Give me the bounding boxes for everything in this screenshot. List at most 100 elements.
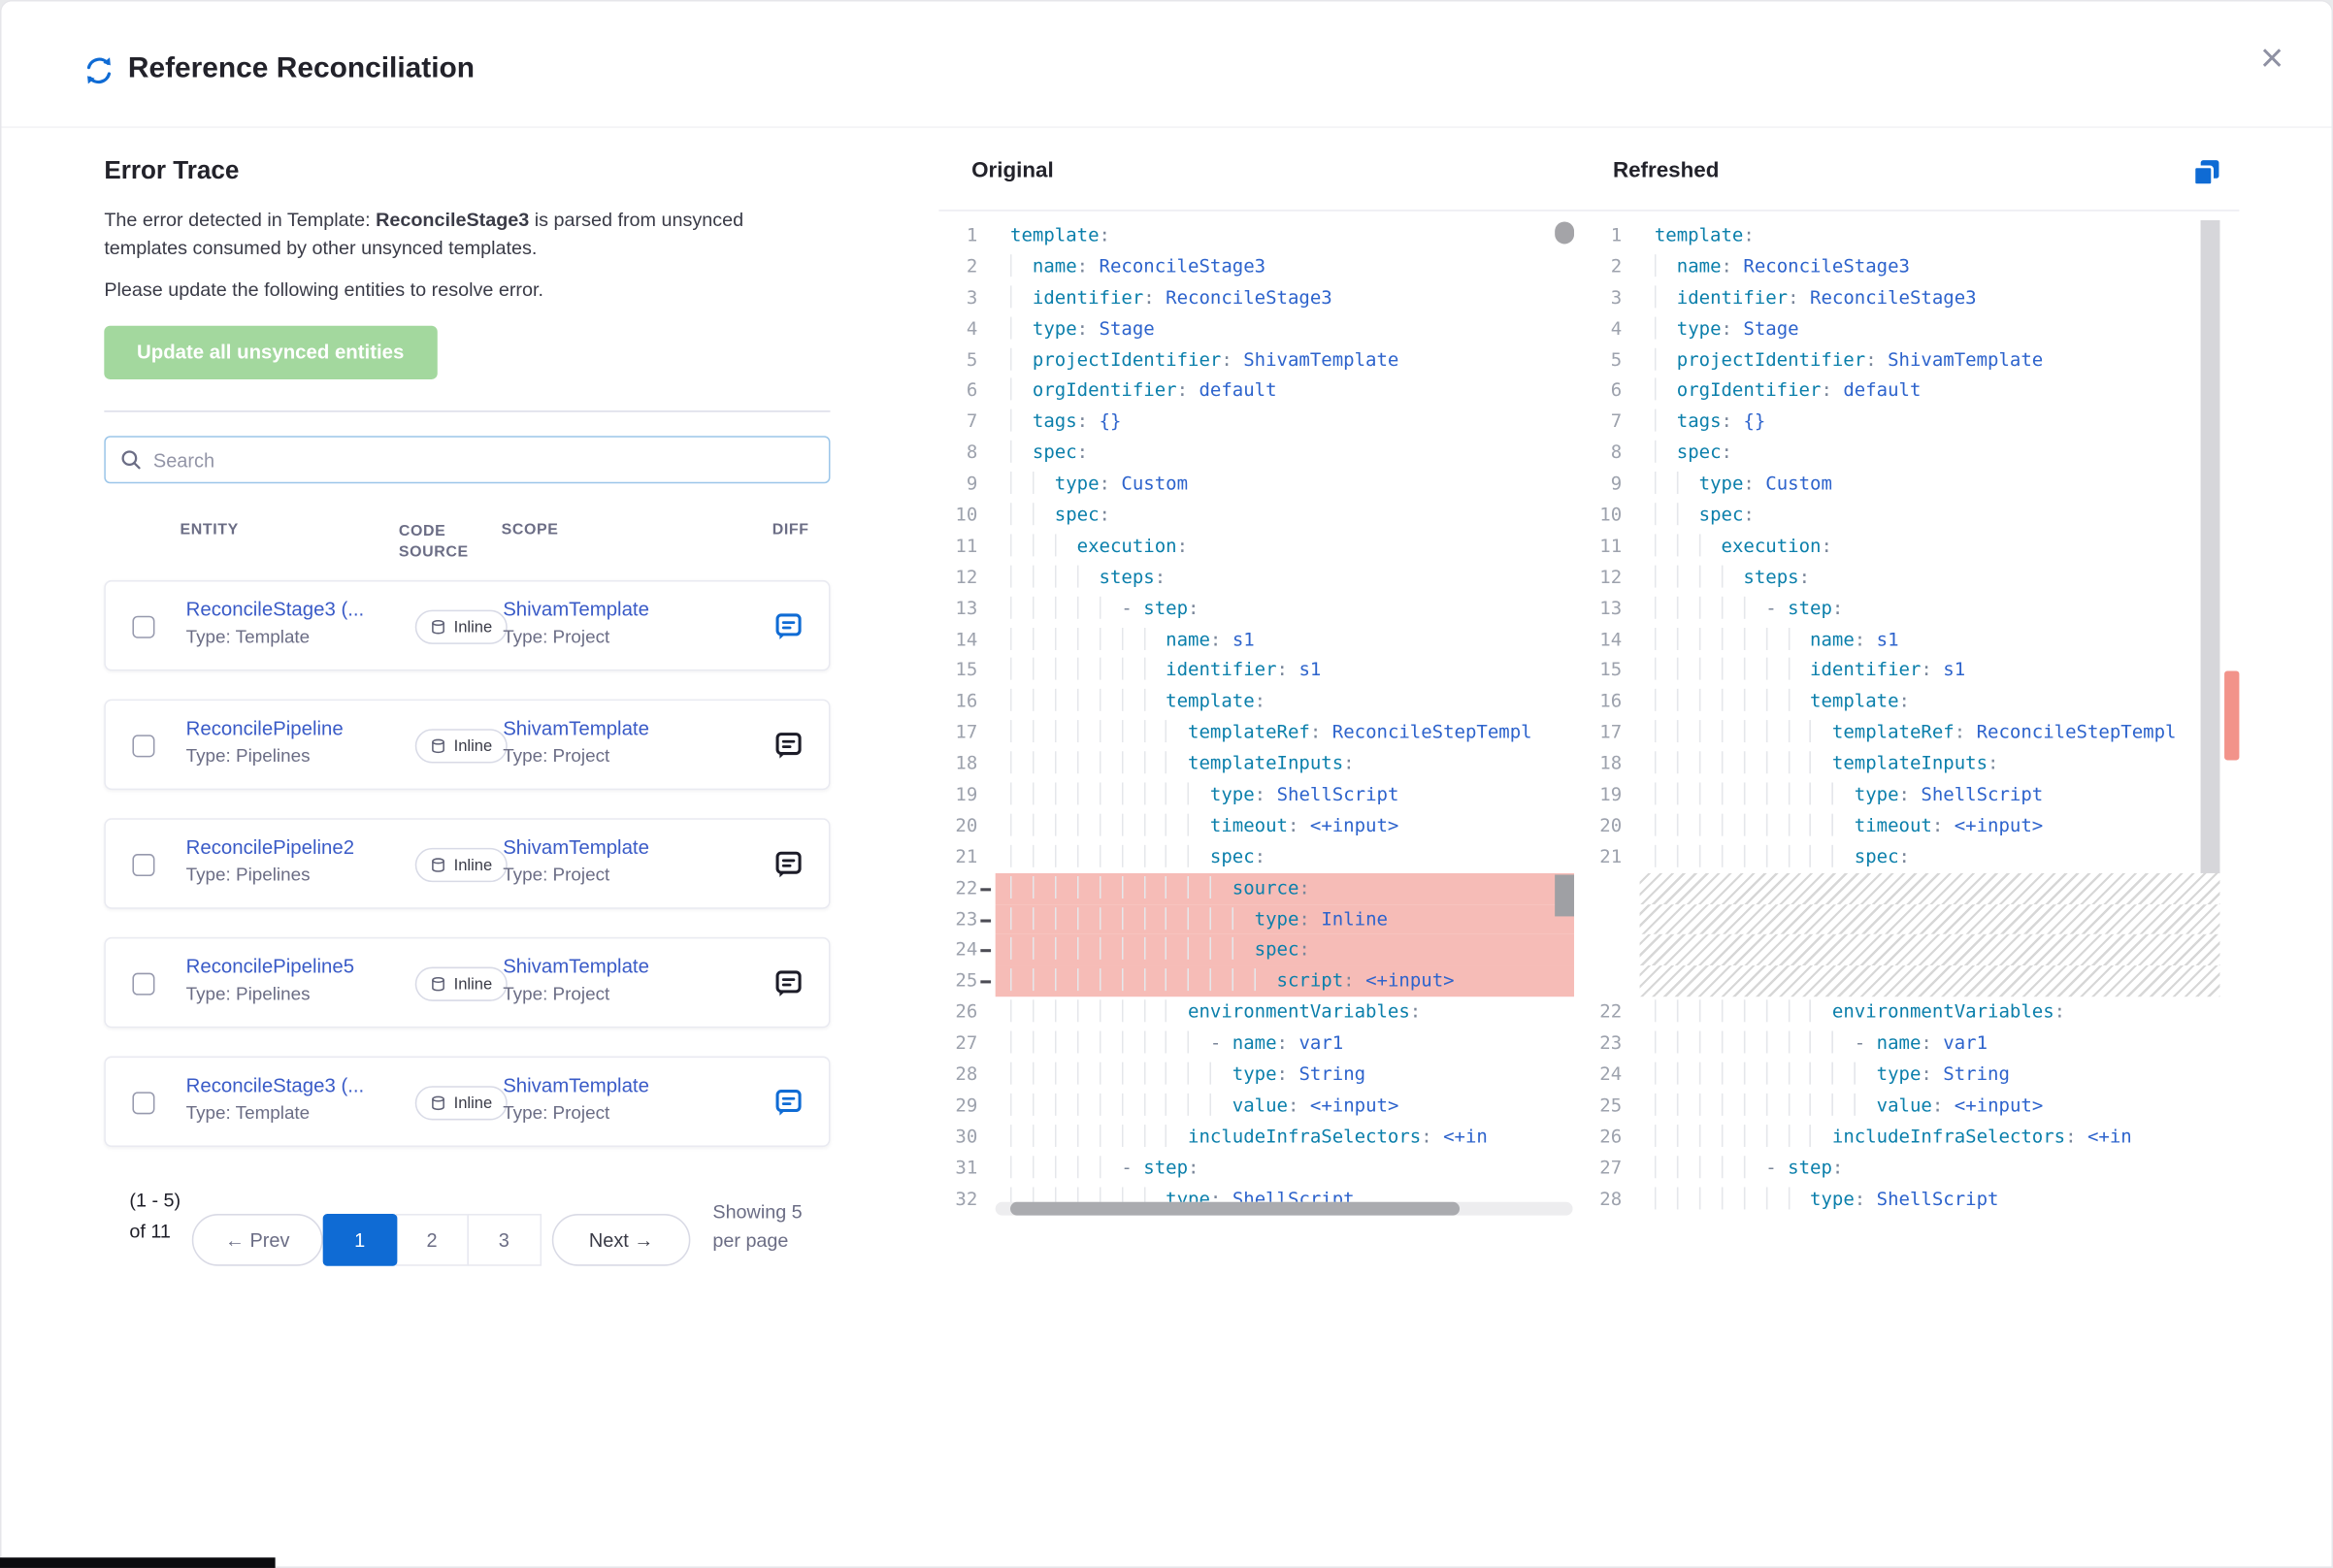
code-line: 31 - step: (941, 1153, 1574, 1184)
code-source-badge: Inline (415, 967, 508, 1001)
diff-icon[interactable] (773, 850, 804, 880)
code-line: 6 orgIdentifier: default (941, 376, 1574, 407)
table-row: ReconcilePipeline5 Type: Pipelines Inlin… (104, 937, 830, 1029)
search-box (104, 436, 830, 483)
page-button-1[interactable]: 1 (323, 1214, 397, 1266)
line-number: 19 (941, 779, 995, 810)
search-input[interactable] (153, 448, 814, 471)
code-line: 6 orgIdentifier: default (1586, 376, 2219, 407)
badge-label: Inline (454, 975, 493, 993)
deletion-marker (980, 919, 991, 922)
entity-type: Type: Pipelines (186, 745, 398, 766)
line-number: 12 (1586, 562, 1639, 593)
screen: Reference Reconciliation × Error Trace T… (0, 0, 2333, 1568)
reconcile-refresh-icon (83, 55, 115, 86)
vertical-scrollbar-thumb[interactable] (1555, 221, 1574, 244)
page-title: Reference Reconciliation (128, 52, 475, 86)
scope-link[interactable]: ShivamTemplate (503, 836, 734, 859)
scope-link[interactable]: ShivamTemplate (503, 598, 734, 620)
entity-cell: ReconcileStage3 (... Type: Template (186, 1074, 398, 1124)
code-line: 27 - step: (1586, 1153, 2219, 1184)
prev-page-button[interactable]: ← Prev (192, 1214, 323, 1266)
section-divider (104, 410, 830, 412)
code-source-badge: Inline (415, 729, 508, 763)
scope-link[interactable]: ShivamTemplate (503, 1074, 734, 1096)
entity-cell: ReconcilePipeline2 Type: Pipelines (186, 836, 398, 886)
line-number: 5 (941, 344, 995, 376)
code-line: 25 value: <+input> (1586, 1091, 2219, 1122)
code-line: 13 - step: (941, 593, 1574, 624)
scope-type: Type: Project (503, 1102, 734, 1123)
code-line: 29 value: <+input> (941, 1091, 1574, 1122)
refreshed-code-panel[interactable]: 1template:2 name: ReconcileStage33 ident… (1586, 220, 2219, 1217)
line-number: 10 (1586, 500, 1639, 531)
line-number: 7 (941, 407, 995, 438)
deletion-marker (980, 981, 991, 984)
line-number: 12 (941, 562, 995, 593)
entity-link[interactable]: ReconcileStage3 (... (186, 598, 398, 620)
row-checkbox[interactable] (132, 735, 154, 758)
scope-link[interactable]: ShivamTemplate (503, 955, 734, 977)
line-number: 13 (941, 593, 995, 624)
page-button-3[interactable]: 3 (467, 1214, 541, 1266)
next-page-button[interactable]: Next → (552, 1214, 691, 1266)
line-number: 21 (941, 841, 995, 872)
code-line: 1template: (1586, 220, 2219, 251)
row-checkbox[interactable] (132, 854, 154, 876)
code-source-badge: Inline (415, 1086, 508, 1120)
line-number: 19 (1586, 779, 1639, 810)
page-button-2[interactable]: 2 (395, 1214, 469, 1266)
diff-icon[interactable] (773, 731, 804, 761)
entity-link[interactable]: ReconcileStage3 (... (186, 1074, 398, 1096)
scope-type: Type: Project (503, 865, 734, 885)
line-number: 17 (941, 717, 995, 748)
screen-edge-bar (0, 1557, 276, 1568)
code-line: 3 identifier: ReconcileStage3 (1586, 282, 2219, 313)
line-number: 4 (1586, 313, 1639, 344)
scope-type: Type: Project (503, 745, 734, 766)
entity-link[interactable]: ReconcilePipeline (186, 717, 398, 739)
update-all-unsynced-button[interactable]: Update all unsynced entities (104, 326, 437, 379)
line-number: 27 (1586, 1153, 1639, 1184)
removed-placeholder-row (1586, 966, 2219, 997)
diff-icon[interactable] (773, 968, 804, 998)
line-number: 4 (941, 313, 995, 344)
diff-icon[interactable] (773, 1088, 804, 1118)
code-line: 20 timeout: <+input> (1586, 810, 2219, 841)
line-number: 20 (941, 810, 995, 841)
row-checkbox[interactable] (132, 1092, 154, 1114)
overview-ruler-change-marker (2224, 670, 2239, 760)
diff-icon[interactable] (773, 611, 804, 641)
code-line: 23 - name: var1 (1586, 1029, 2219, 1060)
modal-header: Reference Reconciliation × (2, 2, 2332, 128)
code-line: 5 projectIdentifier: ShivamTemplate (941, 344, 1574, 376)
copy-icon[interactable] (2191, 158, 2221, 188)
line-number: 6 (941, 376, 995, 407)
entity-link[interactable]: ReconcilePipeline2 (186, 836, 398, 859)
code-line: 16 template: (941, 686, 1574, 717)
line-number: 2 (1586, 251, 1639, 282)
close-icon[interactable]: × (2249, 34, 2296, 82)
line-number: 10 (941, 500, 995, 531)
line-number: 3 (941, 282, 995, 313)
scope-type: Type: Project (503, 984, 734, 1004)
code-line: 18 templateInputs: (941, 748, 1574, 779)
code-line: 13 - step: (1586, 593, 2219, 624)
entity-link[interactable]: ReconcilePipeline5 (186, 955, 398, 977)
table-header: ENTITY CODE SOURCE SCOPE DIFF (104, 519, 830, 567)
horizontal-scrollbar-thumb[interactable] (1010, 1202, 1460, 1216)
inline-source-icon (430, 619, 446, 636)
line-number: 30 (941, 1122, 995, 1153)
line-number: 8 (1586, 438, 1639, 469)
row-checkbox[interactable] (132, 973, 154, 996)
entity-cell: ReconcileStage3 (... Type: Template (186, 598, 398, 647)
code-line: 5 projectIdentifier: ShivamTemplate (1586, 344, 2219, 376)
inline-source-icon (430, 857, 446, 873)
row-checkbox[interactable] (132, 616, 154, 638)
scope-link[interactable]: ShivamTemplate (503, 717, 734, 739)
code-line: 18 templateInputs: (1586, 748, 2219, 779)
line-number (1586, 935, 1639, 966)
original-code-panel[interactable]: 1template:2 name: ReconcileStage33 ident… (941, 220, 1574, 1217)
code-line: 30 includeInfraSelectors: <+in (941, 1122, 1574, 1153)
table-row: ReconcilePipeline Type: Pipelines Inline… (104, 700, 830, 791)
